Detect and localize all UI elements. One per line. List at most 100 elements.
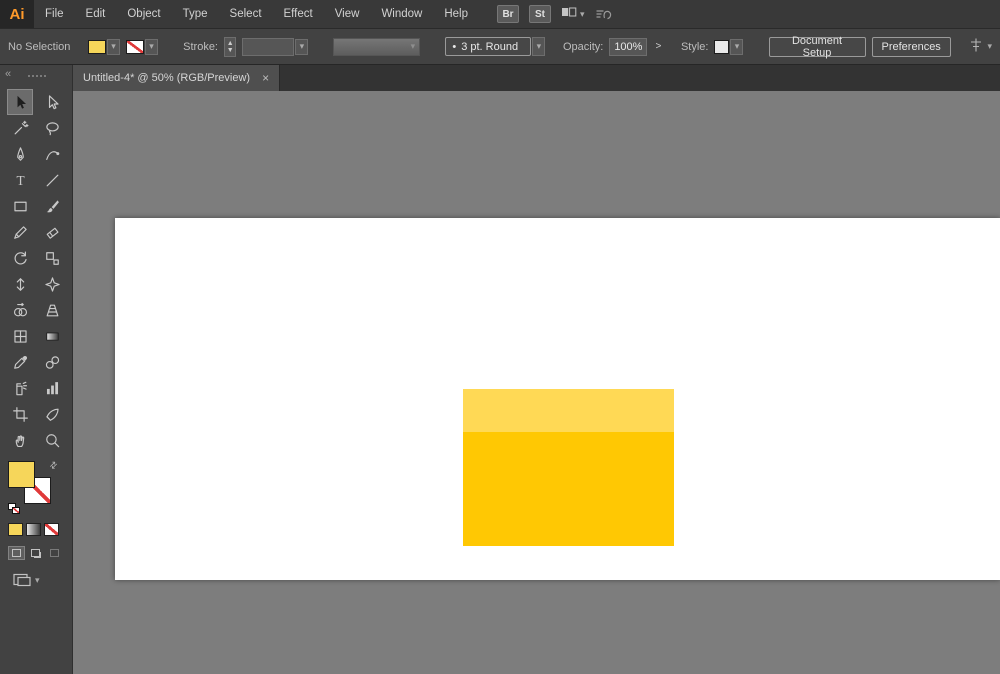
canvas[interactable] bbox=[73, 91, 1000, 674]
curvature-tool[interactable] bbox=[39, 141, 65, 167]
align-options-control[interactable]: ▾ bbox=[968, 37, 992, 56]
rotate-tool[interactable] bbox=[7, 245, 33, 271]
draw-behind-button[interactable] bbox=[27, 546, 44, 560]
shape-builder-tool[interactable] bbox=[7, 297, 33, 323]
scale-tool[interactable] bbox=[39, 245, 65, 271]
menu-object[interactable]: Object bbox=[116, 0, 171, 28]
artboard[interactable] bbox=[115, 218, 1000, 580]
color-mode-buttons bbox=[8, 523, 59, 536]
selection-tool[interactable] bbox=[7, 89, 33, 115]
tab-close-icon[interactable]: × bbox=[262, 71, 269, 85]
default-fill-stroke-icon[interactable] bbox=[8, 503, 21, 515]
brush-definition-value: 3 pt. Round bbox=[461, 41, 518, 53]
screen-mode-button[interactable]: ▾ bbox=[12, 572, 40, 588]
menu-help[interactable]: Help bbox=[433, 0, 479, 28]
blend-tool[interactable] bbox=[39, 349, 65, 375]
menu-effect[interactable]: Effect bbox=[273, 0, 324, 28]
stroke-weight-dropdown[interactable]: ▾ bbox=[242, 38, 308, 56]
chevron-down-icon: ▾ bbox=[411, 42, 416, 51]
chevron-down-icon[interactable]: ▾ bbox=[107, 39, 120, 55]
artwork-rectangle[interactable] bbox=[463, 389, 674, 546]
control-bar: No Selection ▾ ▾ Stroke: ▲▼ ▾ ▾ • 3 pt. … bbox=[0, 29, 1000, 65]
menu-window[interactable]: Window bbox=[370, 0, 433, 28]
chevron-down-icon[interactable]: ▾ bbox=[295, 39, 308, 55]
touch-gesture-icon[interactable] bbox=[595, 6, 613, 22]
type-tool[interactable]: T bbox=[7, 167, 33, 193]
stroke-none-swatch[interactable] bbox=[126, 40, 144, 54]
none-button[interactable] bbox=[44, 523, 59, 536]
fill-color-control[interactable]: ▾ bbox=[88, 39, 120, 55]
opacity-label: Opacity: bbox=[563, 41, 603, 53]
chevron-down-icon: ▾ bbox=[35, 576, 40, 585]
style-swatch bbox=[714, 40, 729, 54]
pen-tool[interactable] bbox=[7, 141, 33, 167]
line-segment-tool[interactable] bbox=[39, 167, 65, 193]
eyedropper-tool[interactable] bbox=[7, 349, 33, 375]
menu-select[interactable]: Select bbox=[219, 0, 273, 28]
menu-type[interactable]: Type bbox=[172, 0, 219, 28]
direct-selection-tool[interactable] bbox=[39, 89, 65, 115]
symbol-sprayer-tool[interactable] bbox=[7, 375, 33, 401]
fill-color-swatch[interactable] bbox=[88, 40, 106, 54]
stock-button[interactable]: St bbox=[529, 5, 551, 23]
brush-definition-control[interactable]: • 3 pt. Round ▾ bbox=[445, 37, 545, 56]
tools-panel: « T ⇄ bbox=[0, 65, 73, 674]
app-logo: Ai bbox=[0, 0, 34, 28]
stroke-color-control[interactable]: ▾ bbox=[126, 39, 158, 55]
menubar-right: Br St ▾ bbox=[497, 0, 613, 28]
hand-tool[interactable] bbox=[7, 427, 33, 453]
opacity-field[interactable]: 100% bbox=[609, 38, 647, 56]
rectangle-tool[interactable] bbox=[7, 193, 33, 219]
swap-fill-stroke-icon[interactable]: ⇄ bbox=[48, 459, 61, 472]
document-setup-button[interactable]: Document Setup bbox=[769, 37, 866, 57]
shaper-tool[interactable] bbox=[7, 219, 33, 245]
selection-status: No Selection bbox=[8, 41, 70, 53]
column-graph-tool[interactable] bbox=[39, 375, 65, 401]
artboard-tool[interactable] bbox=[7, 401, 33, 427]
chevron-down-icon: ▾ bbox=[987, 42, 992, 51]
menu-view[interactable]: View bbox=[324, 0, 371, 28]
chevron-down-icon[interactable]: ▾ bbox=[532, 37, 545, 56]
width-tool[interactable] bbox=[7, 271, 33, 297]
color-button[interactable] bbox=[8, 523, 23, 536]
arrange-documents-control[interactable]: ▾ bbox=[561, 5, 585, 24]
chevron-down-icon[interactable]: ▾ bbox=[730, 39, 743, 55]
menu-edit[interactable]: Edit bbox=[75, 0, 117, 28]
draw-inside-button[interactable] bbox=[46, 546, 63, 560]
document-tab[interactable]: Untitled-4* @ 50% (RGB/Preview) × bbox=[73, 65, 280, 91]
bridge-button[interactable]: Br bbox=[497, 5, 519, 23]
brush-definition-field[interactable]: • 3 pt. Round bbox=[445, 37, 531, 56]
artwork-rectangle-top-band[interactable] bbox=[463, 389, 674, 432]
lasso-tool[interactable] bbox=[39, 115, 65, 141]
tools-panel-header[interactable]: « bbox=[0, 65, 72, 89]
artwork-rectangle-bottom-band[interactable] bbox=[463, 432, 674, 546]
chevron-down-icon[interactable]: ▾ bbox=[145, 39, 158, 55]
arrange-documents-icon bbox=[561, 5, 577, 24]
variable-width-profile-dropdown[interactable]: ▾ bbox=[333, 38, 420, 56]
eraser-tool[interactable] bbox=[39, 219, 65, 245]
zoom-tool[interactable] bbox=[39, 427, 65, 453]
stroke-weight-stepper[interactable]: ▲▼ bbox=[224, 37, 236, 57]
draw-normal-button[interactable] bbox=[8, 546, 25, 560]
mesh-tool[interactable] bbox=[7, 323, 33, 349]
style-dropdown[interactable]: ▾ bbox=[714, 39, 743, 55]
illustrator-window: Ai FileEditObjectTypeSelectEffectViewWin… bbox=[0, 0, 1000, 674]
preferences-button[interactable]: Preferences bbox=[872, 37, 951, 57]
panel-grip-icon[interactable] bbox=[28, 75, 46, 77]
brush-preview-dot-icon: • bbox=[452, 41, 456, 53]
free-transform-tool[interactable] bbox=[39, 271, 65, 297]
menu-file[interactable]: File bbox=[34, 0, 75, 28]
fill-indicator[interactable] bbox=[8, 461, 35, 488]
slice-tool[interactable] bbox=[39, 401, 65, 427]
style-label: Style: bbox=[681, 41, 709, 53]
perspective-grid-tool[interactable] bbox=[39, 297, 65, 323]
paintbrush-tool[interactable] bbox=[39, 193, 65, 219]
collapse-panel-icon[interactable]: « bbox=[5, 68, 11, 80]
drawing-mode-buttons bbox=[8, 546, 63, 560]
align-icon bbox=[968, 37, 984, 56]
gradient-tool[interactable] bbox=[39, 323, 65, 349]
gradient-button[interactable] bbox=[26, 523, 41, 536]
document-tab-bar: Untitled-4* @ 50% (RGB/Preview) × bbox=[73, 65, 1000, 91]
opacity-options-arrow[interactable]: > bbox=[653, 41, 663, 52]
magic-wand-tool[interactable] bbox=[7, 115, 33, 141]
